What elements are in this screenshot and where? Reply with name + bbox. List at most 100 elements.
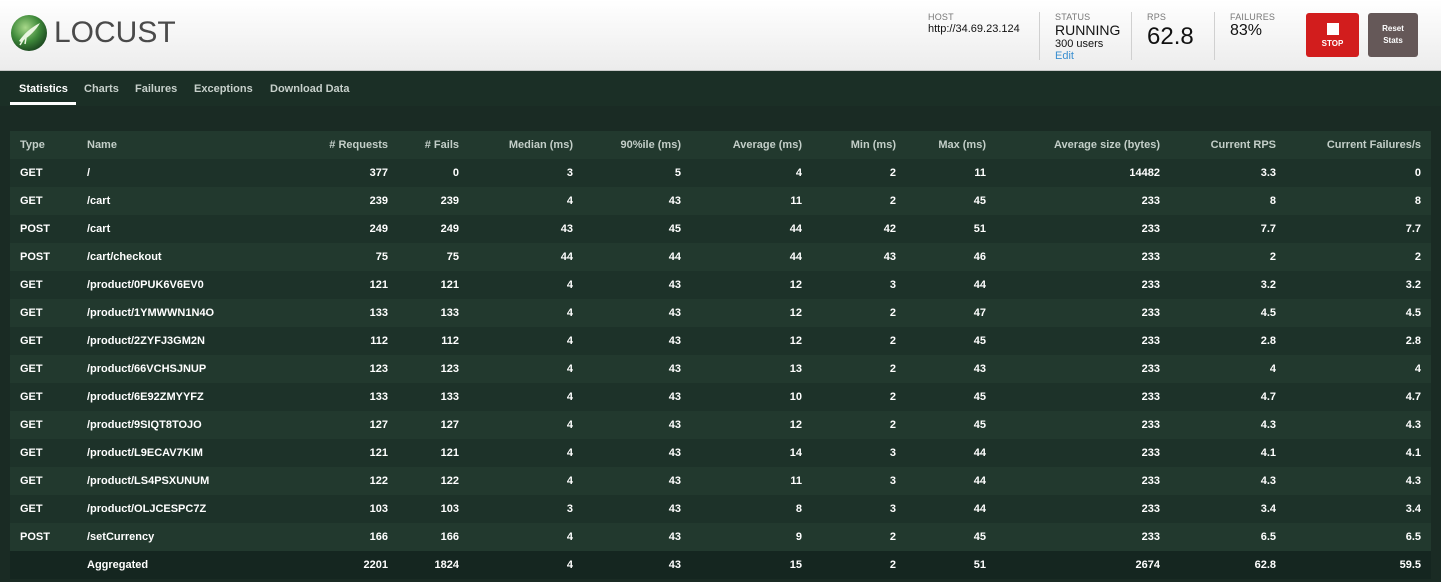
- table-cell: GET: [20, 447, 43, 459]
- column-header[interactable]: # Requests: [227, 131, 398, 159]
- table-cell: 12: [789, 279, 802, 291]
- table-cell: 2674: [1135, 559, 1160, 571]
- table-cell: /product/6E92ZMYYFZ: [87, 391, 204, 403]
- table-cell: 4.3: [1405, 475, 1421, 487]
- table-cell: 45: [973, 335, 986, 347]
- tab-charts[interactable]: Charts: [84, 83, 119, 95]
- table-cell: 11: [790, 195, 802, 207]
- table-cell: 249: [440, 223, 459, 235]
- table-cell: 45: [973, 419, 986, 431]
- table-cell: 7.7: [1405, 223, 1421, 235]
- table-cell: 133: [440, 307, 459, 319]
- header-divider: [1039, 12, 1040, 60]
- table-cell: GET: [20, 503, 43, 515]
- table-cell: 43: [668, 363, 681, 375]
- table-cell: [10, 551, 77, 579]
- table-cell: /product/LS4PSXUNUM: [87, 475, 210, 487]
- table-cell: 233: [1141, 503, 1160, 515]
- table-cell: 45: [973, 391, 986, 403]
- table-cell: GET: [20, 195, 43, 207]
- table-cell: 43: [668, 279, 681, 291]
- table-cell: 123: [369, 363, 388, 375]
- rps-panel: RPS 62.8: [1147, 12, 1194, 51]
- table-cell: 4: [566, 419, 573, 431]
- column-header[interactable]: 90%ile (ms): [583, 131, 691, 159]
- table-cell: 4.3: [1405, 419, 1421, 431]
- table-cell: 4: [566, 335, 573, 347]
- column-header[interactable]: Min (ms): [812, 131, 906, 159]
- status-value: RUNNING: [1055, 22, 1121, 38]
- table-cell: 43: [560, 223, 573, 235]
- column-header[interactable]: # Fails: [398, 131, 469, 159]
- table-cell: 3.4: [1260, 503, 1276, 515]
- table-cell: 123: [440, 363, 459, 375]
- table-cell: /: [87, 167, 91, 179]
- table-cell: 43: [668, 475, 681, 487]
- column-header[interactable]: Average size (bytes): [996, 131, 1170, 159]
- table-row: GET/cart 239 239 4 43 11 2 45 233 8 8: [10, 187, 1431, 215]
- stop-button[interactable]: STOP: [1306, 13, 1359, 57]
- table-cell: 51: [973, 223, 986, 235]
- failures-panel: FAILURES 83%: [1230, 12, 1275, 40]
- table-cell: /product/OLJCESPC7Z: [87, 503, 207, 515]
- column-header[interactable]: Type: [10, 131, 77, 159]
- table-cell: 233: [1141, 363, 1160, 375]
- table-cell: 4.7: [1405, 391, 1421, 403]
- table-cell: 3: [889, 475, 896, 487]
- tab-download-data[interactable]: Download Data: [270, 83, 349, 95]
- table-cell: 43: [883, 251, 896, 263]
- table-cell: 112: [441, 335, 459, 347]
- table-row: GET/product/0PUK6V6EV0 121 121 4 43 12 3 44 233 3…: [10, 271, 1431, 299]
- table-cell: 44: [973, 447, 986, 459]
- host-label: HOST: [928, 12, 954, 22]
- column-header[interactable]: Current Failures/s: [1286, 131, 1431, 159]
- table-cell: 166: [369, 531, 388, 543]
- table-cell: 43: [668, 195, 681, 207]
- table-row: GET/product/2ZYFJ3GM2N 112 112 4 43 12 2 45 233 2…: [10, 327, 1431, 355]
- column-header[interactable]: Current RPS: [1170, 131, 1286, 159]
- table-cell: GET: [20, 419, 43, 431]
- table-cell: 233: [1141, 475, 1160, 487]
- table-cell: 233: [1141, 251, 1160, 263]
- table-row: POST/cart 249 249 43 45 44 42 51 233 7.7 7.7: [10, 215, 1431, 243]
- table-cell: 45: [973, 195, 986, 207]
- table-cell: /cart/checkout: [87, 251, 162, 263]
- table-cell: POST: [20, 251, 50, 263]
- table-cell: 4: [566, 195, 573, 207]
- table-cell: 4: [566, 363, 573, 375]
- tab-exceptions[interactable]: Exceptions: [194, 83, 253, 95]
- table-cell: 2: [889, 363, 896, 375]
- table-cell: 47: [973, 307, 986, 319]
- table-cell: 5: [674, 167, 681, 179]
- tab-statistics[interactable]: Statistics: [19, 83, 68, 95]
- tab-failures[interactable]: Failures: [135, 83, 177, 95]
- table-cell: GET: [20, 307, 43, 319]
- table-cell: 8: [1414, 195, 1421, 207]
- table-cell: 2.8: [1405, 335, 1421, 347]
- column-header[interactable]: Average (ms): [691, 131, 812, 159]
- table-row: GET/product/1YMWWN1N4O 133 133 4 43 12 2 47 233 4…: [10, 299, 1431, 327]
- table-cell: 59.5: [1399, 559, 1421, 571]
- table-cell: 233: [1141, 419, 1160, 431]
- table-cell: 2: [889, 391, 896, 403]
- table-cell: 11: [974, 167, 986, 179]
- table-row: GET/product/L9ECAV7KIM 121 121 4 43 14 3 44 233 4…: [10, 439, 1431, 467]
- table-cell: 233: [1141, 307, 1160, 319]
- table-cell: 4.1: [1260, 447, 1276, 459]
- table-cell: POST: [20, 223, 50, 235]
- column-header[interactable]: Name: [77, 131, 227, 159]
- locust-logo[interactable]: LOCUST: [10, 14, 176, 52]
- column-header[interactable]: Median (ms): [469, 131, 583, 159]
- table-cell: 121: [440, 447, 459, 459]
- aggregated-row: Aggregated 2201 1824 4 43 15 2 51 2674 6…: [10, 551, 1431, 579]
- table-cell: 3: [566, 503, 573, 515]
- column-header[interactable]: Max (ms): [906, 131, 996, 159]
- table-cell: 75: [375, 251, 388, 263]
- reset-stats-button[interactable]: Reset Stats: [1368, 13, 1418, 57]
- table-cell: 44: [973, 503, 986, 515]
- table-cell: 4: [566, 559, 573, 571]
- table-cell: 3: [566, 167, 573, 179]
- table-cell: 4.5: [1405, 307, 1421, 319]
- table-cell: 14: [789, 447, 802, 459]
- edit-users-link[interactable]: Edit: [1055, 50, 1120, 62]
